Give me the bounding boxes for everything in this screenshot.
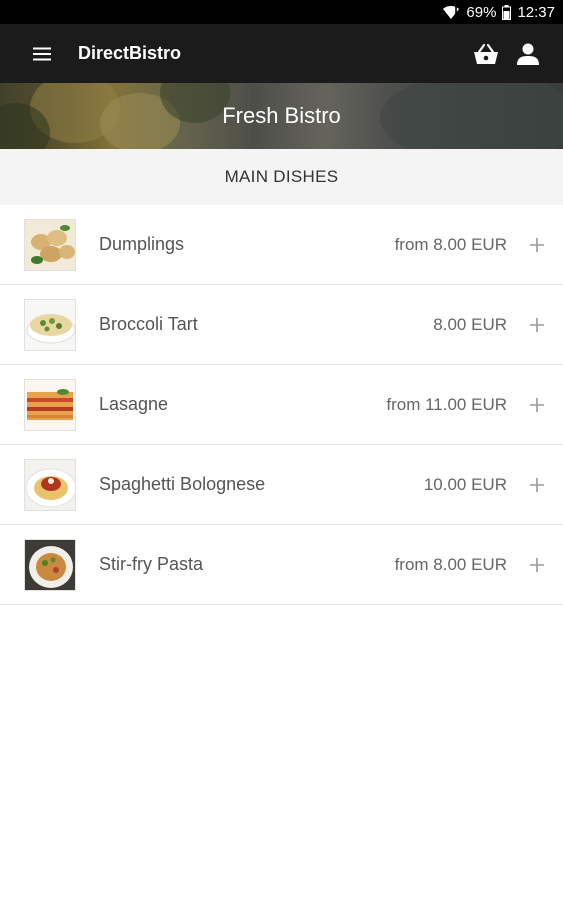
dish-price: from 11.00 EUR <box>386 394 507 414</box>
lasagne-image <box>24 378 76 431</box>
dish-row-stir-fry-pasta[interactable]: Stir-fry Pasta from 8.00 EUR <box>0 525 563 605</box>
dish-row-lasagne[interactable]: Lasagne from 11.00 EUR <box>0 365 563 445</box>
add-broccoli-tart-button[interactable] <box>515 303 559 347</box>
dish-price: 10.00 EUR <box>423 474 507 494</box>
menu-button[interactable] <box>28 40 56 68</box>
app-title: DirectBistro <box>78 43 182 63</box>
dish-list: Dumplings from 8.00 EUR Broccoli Tart 8.… <box>0 205 563 605</box>
section-title: MAIN DISHES <box>0 149 563 205</box>
restaurant-banner: Fresh Bistro <box>0 83 563 149</box>
broccoli-tart-image <box>24 298 76 351</box>
dumplings-image <box>24 218 76 271</box>
dish-name: Broccoli Tart <box>99 314 198 334</box>
clock: 12:37 <box>517 3 555 21</box>
dish-row-broccoli-tart[interactable]: Broccoli Tart 8.00 EUR <box>0 285 563 365</box>
dish-name: Lasagne <box>99 394 169 414</box>
basket-icon <box>474 43 498 64</box>
account-icon <box>517 43 539 65</box>
battery-percent: 69% <box>466 3 497 21</box>
plus-icon <box>530 237 544 252</box>
dish-price: from 8.00 EUR <box>394 234 507 254</box>
basket-button[interactable] <box>471 39 501 69</box>
plus-icon <box>530 317 544 332</box>
add-dumplings-button[interactable] <box>515 223 559 267</box>
account-button[interactable] <box>513 39 543 69</box>
add-lasagne-button[interactable] <box>515 383 559 427</box>
dish-name: Dumplings <box>99 234 185 254</box>
plus-icon <box>530 397 544 412</box>
wifi-icon <box>442 4 460 20</box>
add-spaghetti-bolognese-button[interactable] <box>515 463 559 507</box>
dish-name: Spaghetti Bolognese <box>99 474 266 494</box>
dish-row-dumplings[interactable]: Dumplings from 8.00 EUR <box>0 205 563 285</box>
dish-row-spaghetti-bolognese[interactable]: Spaghetti Bolognese 10.00 EUR <box>0 445 563 525</box>
banner-title: Fresh Bistro <box>222 103 341 128</box>
dish-name: Stir-fry Pasta <box>99 554 204 574</box>
add-stir-fry-pasta-button[interactable] <box>515 543 559 587</box>
menu-icon <box>33 47 51 60</box>
status-bar: 69% 12:37 <box>0 0 563 24</box>
spaghetti-bolognese-image <box>24 458 76 511</box>
dish-price: 8.00 EUR <box>433 314 507 334</box>
battery-icon <box>502 4 512 20</box>
app-bar: DirectBistro <box>0 24 563 83</box>
plus-icon <box>530 477 544 492</box>
dish-price: from 8.00 EUR <box>394 554 507 574</box>
plus-icon <box>530 557 544 572</box>
stir-fry-pasta-image <box>24 538 76 591</box>
